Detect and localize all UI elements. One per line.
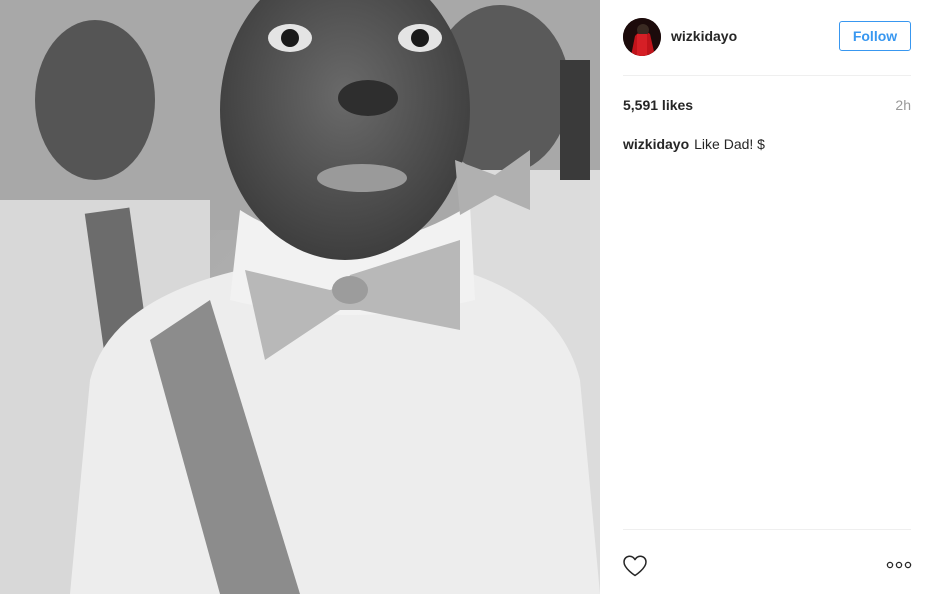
post-caption: wizkidayo Like Dad! $: [623, 135, 765, 153]
follow-button[interactable]: Follow: [839, 21, 911, 51]
header-divider: [623, 75, 911, 76]
post-header: wizkidayo Follow: [600, 0, 932, 76]
username-link[interactable]: wizkidayo: [671, 28, 737, 44]
caption-text: Like Dad! $: [694, 136, 765, 152]
post-photo-image: [0, 0, 600, 594]
likes-count[interactable]: 5,591 likes: [623, 97, 693, 113]
post-view: wizkidayo Follow 5,591 likes 2h wizkiday…: [0, 0, 932, 594]
avatar-image: [623, 18, 661, 56]
caption-username[interactable]: wizkidayo: [623, 136, 689, 152]
post-timestamp[interactable]: 2h: [895, 97, 911, 113]
post-sidebar: wizkidayo Follow 5,591 likes 2h wizkiday…: [600, 0, 932, 594]
heart-outline-icon[interactable]: [622, 554, 648, 578]
more-options-icon[interactable]: [886, 558, 912, 572]
avatar[interactable]: [623, 18, 661, 56]
actions-divider: [623, 529, 911, 530]
post-photo[interactable]: [0, 0, 600, 594]
